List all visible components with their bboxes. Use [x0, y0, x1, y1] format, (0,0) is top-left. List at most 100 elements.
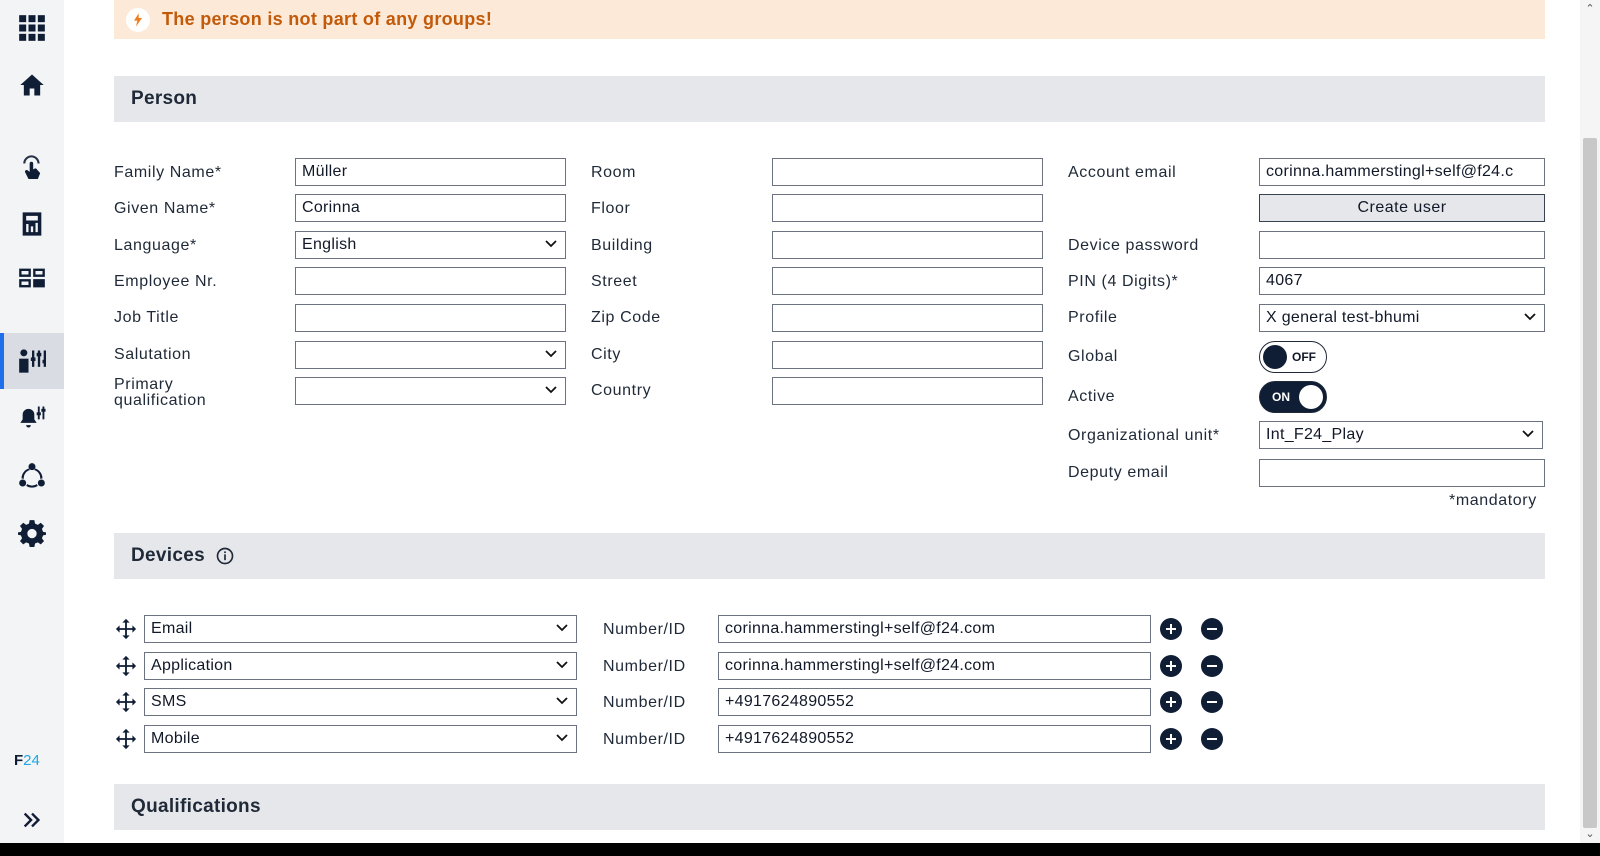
apps-grid-icon[interactable]: [0, 0, 64, 56]
language-select[interactable]: English: [295, 231, 566, 259]
device-type-select[interactable]: Email: [144, 615, 577, 643]
scroll-up-arrow[interactable]: ⌃: [1584, 3, 1596, 15]
info-icon[interactable]: [215, 546, 235, 566]
primary-qualification-select[interactable]: [295, 377, 566, 405]
alarm-settings-icon[interactable]: [0, 389, 64, 445]
device-password-label: Device password: [1068, 237, 1199, 254]
given-name-label: Given Name*: [114, 200, 216, 217]
global-toggle[interactable]: OFF: [1259, 341, 1327, 373]
floor-input[interactable]: [772, 194, 1043, 222]
chevron-down-icon: [556, 734, 568, 742]
home-icon[interactable]: [0, 57, 64, 113]
device-type-value: Email: [151, 620, 193, 637]
street-label: Street: [591, 273, 638, 290]
profile-select[interactable]: X general test-bhumi: [1259, 304, 1545, 332]
device-password-input[interactable]: [1259, 231, 1545, 259]
number-id-label: Number/ID: [603, 621, 686, 638]
profile-value: X general test-bhumi: [1266, 309, 1420, 326]
account-email-input[interactable]: corinna.hammerstingl+self@f24.c: [1259, 158, 1545, 186]
minus-icon: [1207, 665, 1217, 667]
primary-qualification-label-line2: qualification: [114, 392, 207, 409]
minus-icon: [1207, 701, 1217, 703]
minus-icon: [1207, 738, 1217, 740]
scroll-down-arrow[interactable]: ⌄: [1584, 828, 1596, 840]
org-unit-value: Int_F24_Play: [1266, 426, 1364, 443]
building-label: Building: [591, 237, 653, 254]
network-icon[interactable]: [0, 448, 64, 504]
deputy-email-input[interactable]: [1259, 459, 1545, 487]
employee-nr-input[interactable]: [295, 267, 566, 295]
drag-handle-icon[interactable]: [115, 618, 137, 640]
global-label: Global: [1068, 348, 1118, 365]
zip-code-input[interactable]: [772, 304, 1043, 332]
f24-logo: F24: [14, 752, 40, 769]
device-number-input[interactable]: corinna.hammerstingl+self@f24.com: [718, 615, 1151, 643]
active-toggle[interactable]: ON: [1259, 381, 1327, 413]
double-chevron-right-icon[interactable]: [18, 808, 46, 832]
scroll-thumb[interactable]: [1583, 138, 1597, 828]
lightning-warning-icon: [126, 7, 150, 32]
chevron-down-icon: [556, 697, 568, 705]
minus-icon: [1207, 628, 1217, 630]
devices-section-header[interactable]: Devices: [114, 533, 1545, 579]
remove-device-button[interactable]: [1201, 728, 1223, 750]
country-input[interactable]: [772, 377, 1043, 405]
job-title-input[interactable]: [295, 304, 566, 332]
given-name-input[interactable]: Corinna: [295, 194, 566, 222]
report-icon[interactable]: [0, 196, 64, 252]
gear-icon[interactable]: [0, 505, 64, 561]
remove-device-button[interactable]: [1201, 655, 1223, 677]
number-id-label: Number/ID: [603, 694, 686, 711]
city-input[interactable]: [772, 341, 1043, 369]
salutation-label: Salutation: [114, 346, 192, 363]
floor-label: Floor: [591, 200, 631, 217]
zip-code-label: Zip Code: [591, 309, 661, 326]
salutation-select[interactable]: [295, 341, 566, 369]
device-type-select[interactable]: SMS: [144, 688, 577, 716]
qualifications-section-header[interactable]: Qualifications: [114, 784, 1545, 830]
chevron-down-icon: [556, 624, 568, 632]
drag-handle-icon[interactable]: [115, 691, 137, 713]
family-name-input[interactable]: Müller: [295, 158, 566, 186]
create-user-button[interactable]: Create user: [1259, 194, 1545, 222]
device-type-value: Mobile: [151, 730, 200, 747]
profile-label: Profile: [1068, 309, 1118, 326]
account-email-label: Account email: [1068, 164, 1177, 181]
family-name-label: Family Name*: [114, 164, 222, 181]
mandatory-note: *mandatory: [1449, 492, 1537, 509]
toggle-knob: [1299, 385, 1323, 409]
device-number-input[interactable]: +4917624890552: [718, 688, 1151, 716]
street-input[interactable]: [772, 267, 1043, 295]
add-device-button[interactable]: [1160, 655, 1182, 677]
device-type-value: SMS: [151, 693, 187, 710]
building-input[interactable]: [772, 231, 1043, 259]
org-unit-select[interactable]: Int_F24_Play: [1259, 421, 1543, 449]
person-settings-icon[interactable]: [0, 333, 64, 389]
drag-handle-icon[interactable]: [115, 655, 137, 677]
remove-device-button[interactable]: [1201, 618, 1223, 640]
section-title: Qualifications: [131, 796, 261, 817]
device-type-select[interactable]: Mobile: [144, 725, 577, 753]
number-id-label: Number/ID: [603, 658, 686, 675]
org-unit-label: Organizational unit*: [1068, 427, 1220, 444]
vertical-scrollbar[interactable]: ⌃ ⌄: [1580, 0, 1600, 843]
device-number-input[interactable]: corinna.hammerstingl+self@f24.com: [718, 652, 1151, 680]
plus-icon: [1166, 734, 1176, 744]
device-number-input[interactable]: +4917624890552: [718, 725, 1151, 753]
person-section-header[interactable]: Person: [114, 76, 1545, 122]
toggle-knob: [1263, 345, 1287, 369]
primary-qualification-label-line1: Primary: [114, 376, 174, 393]
add-device-button[interactable]: [1160, 618, 1182, 640]
pin-input[interactable]: 4067: [1259, 267, 1545, 295]
device-type-select[interactable]: Application: [144, 652, 577, 680]
room-input[interactable]: [772, 158, 1043, 186]
language-value: English: [302, 236, 357, 253]
drag-handle-icon[interactable]: [115, 728, 137, 750]
add-device-button[interactable]: [1160, 691, 1182, 713]
touch-alarm-icon[interactable]: [0, 139, 64, 195]
number-id-label: Number/ID: [603, 731, 686, 748]
dashboard-icon[interactable]: [0, 250, 64, 306]
remove-device-button[interactable]: [1201, 691, 1223, 713]
plus-icon: [1166, 624, 1176, 634]
add-device-button[interactable]: [1160, 728, 1182, 750]
